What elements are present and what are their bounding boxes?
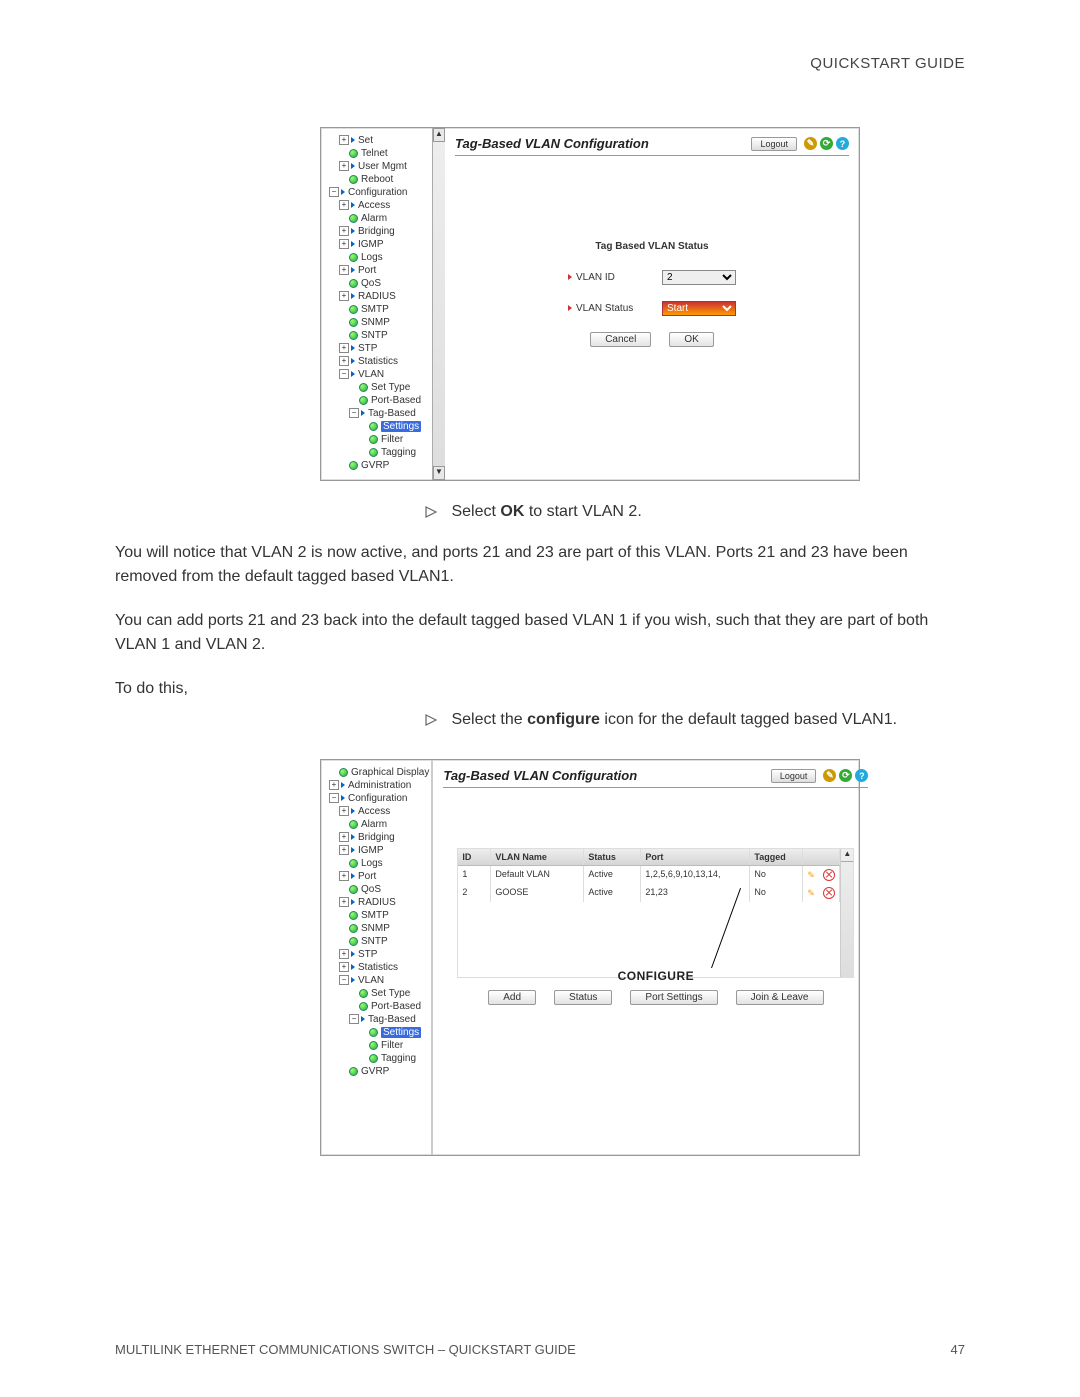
status-button[interactable]: Status (554, 990, 612, 1005)
status-heading: Tag Based VLAN Status (455, 241, 849, 252)
configure-icon[interactable]: ✎ (807, 870, 817, 880)
screenshot-vlan-table: Graphical Display +Administration −Confi… (320, 759, 860, 1156)
vlan-id-label: VLAN ID (568, 272, 638, 283)
logout-button[interactable]: Logout (771, 769, 817, 783)
tree-item[interactable]: GVRP (339, 459, 441, 472)
save-icon[interactable]: ✎ (804, 137, 817, 150)
nav-tree: Graphical Display +Administration −Confi… (321, 760, 433, 1155)
instruction-step: Select the configure icon for the defaul… (425, 711, 965, 729)
add-button[interactable]: Add (488, 990, 536, 1005)
tree-item[interactable]: +RADIUS (339, 290, 441, 303)
tree-item[interactable]: −Tag-Based (339, 407, 441, 420)
table-row: 1 Default VLAN Active 1,2,5,6,9,10,13,14… (458, 866, 840, 884)
tree-item[interactable]: +User Mgmt (339, 160, 441, 173)
tree-item[interactable]: +Statistics (339, 961, 429, 974)
tree-item[interactable]: −Configuration (329, 792, 429, 805)
tree-item[interactable]: SNMP (339, 922, 429, 935)
tree-item[interactable]: Alarm (339, 212, 441, 225)
delete-icon[interactable] (823, 869, 835, 881)
tree-item[interactable]: Set Type (339, 381, 441, 394)
port-settings-button[interactable]: Port Settings (630, 990, 717, 1005)
tree-item[interactable]: GVRP (339, 1065, 429, 1078)
tree-item[interactable]: SNTP (339, 329, 441, 342)
tree-item[interactable]: +Bridging (339, 225, 441, 238)
pane-title: Tag-Based VLAN Configuration (455, 136, 649, 151)
tree-item[interactable]: Filter (339, 433, 441, 446)
tree-item[interactable]: Graphical Display (339, 766, 429, 779)
col-port: Port (641, 849, 750, 865)
tree-item[interactable]: SMTP (339, 909, 429, 922)
tree-item[interactable]: QoS (339, 883, 429, 896)
tree-item[interactable]: Reboot (339, 173, 441, 186)
footer-title: MULTILINK ETHERNET COMMUNICATIONS SWITCH… (115, 1342, 576, 1357)
tree-item[interactable]: Tagging (339, 446, 441, 459)
tree-item[interactable]: Port-Based (339, 1000, 429, 1013)
pane-title: Tag-Based VLAN Configuration (443, 768, 637, 783)
tree-item[interactable]: SNMP (339, 316, 441, 329)
cancel-button[interactable]: Cancel (590, 332, 651, 347)
tree-item[interactable]: +Access (339, 805, 429, 818)
tree-item[interactable]: −Tag-Based (339, 1013, 429, 1026)
vlan-table: CONFIGURE ID VLAN Name Status Port Tagge… (457, 848, 854, 978)
col-status: Status (584, 849, 641, 865)
tree-item[interactable]: Telnet (339, 147, 441, 160)
tree-item[interactable]: +Port (339, 870, 429, 883)
col-id: ID (458, 849, 491, 865)
tree-item[interactable]: +RADIUS (339, 896, 429, 909)
page-number: 47 (951, 1342, 965, 1357)
delete-icon[interactable] (823, 887, 835, 899)
tree-item[interactable]: +STP (339, 948, 429, 961)
instruction-step: Select OK to start VLAN 2. (425, 503, 965, 521)
vlan-id-select[interactable]: 2 (662, 270, 736, 285)
tree-item-selected[interactable]: Settings (339, 420, 441, 433)
logout-button[interactable]: Logout (751, 137, 797, 151)
page-header: QUICKSTART GUIDE (115, 55, 965, 72)
configure-callout: CONFIGURE (618, 969, 695, 983)
tree-item[interactable]: QoS (339, 277, 441, 290)
help-icon[interactable]: ? (836, 137, 849, 150)
table-row: 2 GOOSE Active 21,23 No ✎ (458, 884, 840, 902)
tree-item[interactable]: Tagging (339, 1052, 429, 1065)
ok-button[interactable]: OK (669, 332, 713, 347)
tree-item[interactable]: SMTP (339, 303, 441, 316)
body-paragraph: You will notice that VLAN 2 is now activ… (115, 541, 965, 589)
col-name: VLAN Name (491, 849, 584, 865)
tree-item[interactable]: +STP (339, 342, 441, 355)
nav-tree: ▲ ▼ +Set Telnet +User Mgmt Reboot −Confi… (321, 128, 445, 480)
tree-item[interactable]: Logs (339, 251, 441, 264)
tree-item[interactable]: Filter (339, 1039, 429, 1052)
tree-item[interactable]: Port-Based (339, 394, 441, 407)
screenshot-vlan-status: ▲ ▼ +Set Telnet +User Mgmt Reboot −Confi… (320, 127, 860, 481)
tree-item[interactable]: −VLAN (339, 368, 441, 381)
tree-item[interactable]: +Administration (329, 779, 429, 792)
body-paragraph: To do this, (115, 677, 965, 701)
refresh-icon[interactable]: ⟳ (839, 769, 852, 782)
refresh-icon[interactable]: ⟳ (820, 137, 833, 150)
tree-item[interactable]: +IGMP (339, 844, 429, 857)
tree-item[interactable]: +IGMP (339, 238, 441, 251)
tree-item-selected[interactable]: Settings (339, 1026, 429, 1039)
tree-item[interactable]: Alarm (339, 818, 429, 831)
tree-item[interactable]: +Bridging (339, 831, 429, 844)
vlan-status-select[interactable]: Start (662, 301, 736, 316)
join-leave-button[interactable]: Join & Leave (736, 990, 824, 1005)
save-icon[interactable]: ✎ (823, 769, 836, 782)
triangle-bullet-icon (425, 714, 437, 726)
table-scrollbar[interactable]: ▲ (840, 849, 853, 977)
tree-item[interactable]: −Configuration (329, 186, 441, 199)
tree-item[interactable]: −VLAN (339, 974, 429, 987)
tree-item[interactable]: Logs (339, 857, 429, 870)
tree-item[interactable]: +Port (339, 264, 441, 277)
col-tagged: Tagged (750, 849, 803, 865)
tree-item[interactable]: Set Type (339, 987, 429, 1000)
triangle-bullet-icon (425, 506, 437, 518)
help-icon[interactable]: ? (855, 769, 868, 782)
vlan-status-label: VLAN Status (568, 303, 638, 314)
body-paragraph: You can add ports 21 and 23 back into th… (115, 609, 965, 657)
tree-item[interactable]: +Set (339, 134, 441, 147)
tree-item[interactable]: +Statistics (339, 355, 441, 368)
configure-icon[interactable]: ✎ (807, 888, 817, 898)
tree-item[interactable]: SNTP (339, 935, 429, 948)
tree-item[interactable]: +Access (339, 199, 441, 212)
